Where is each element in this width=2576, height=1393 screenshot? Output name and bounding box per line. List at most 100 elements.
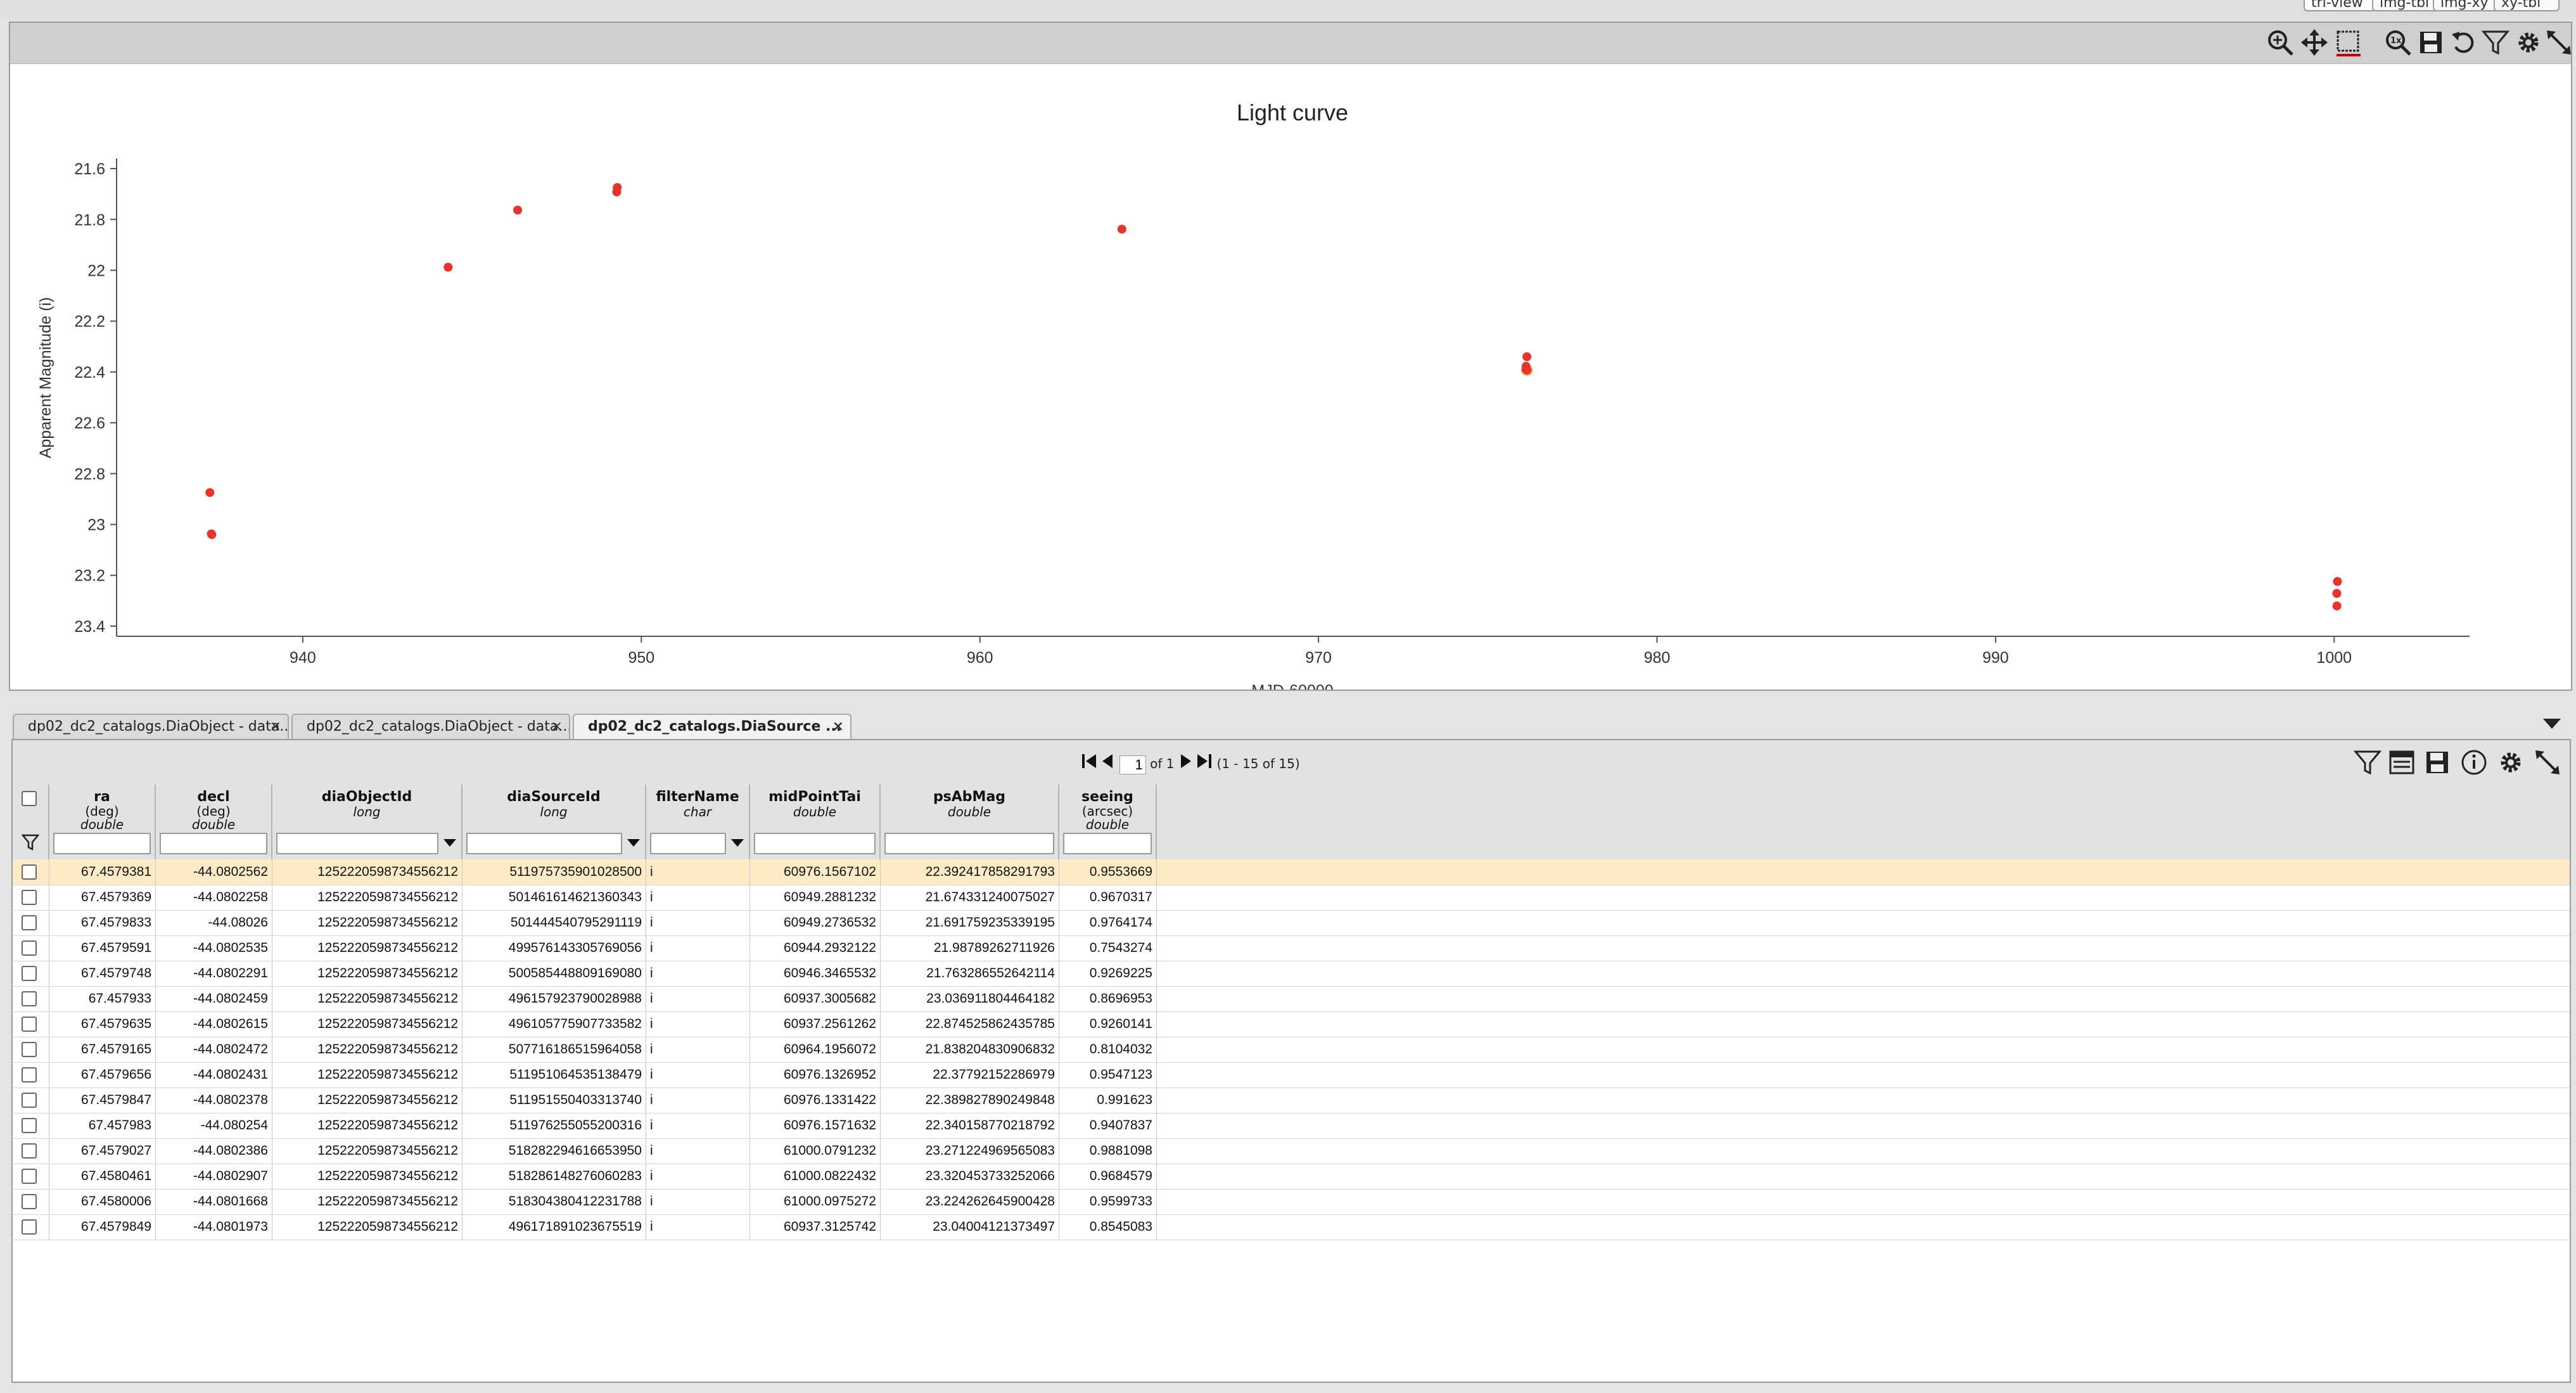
xy-tbl-button[interactable]: xy-tbl	[2494, 0, 2560, 11]
next-page-icon[interactable]	[1178, 752, 1192, 778]
table-row[interactable]: 67.4579748 -44.0802291 1252220598734556212…	[13, 961, 2570, 987]
row-checkbox[interactable]	[22, 890, 37, 905]
filter-row-icon[interactable]	[22, 834, 39, 851]
select-all-cell	[13, 785, 49, 859]
table-expand-icon[interactable]	[2533, 748, 2562, 777]
col-filtername-header[interactable]: filterName char	[646, 785, 750, 859]
zoom-reset-icon[interactable]: 1x	[2383, 28, 2413, 57]
table-row[interactable]: 67.4580006 -44.0801668 1252220598734556212…	[13, 1189, 2570, 1215]
col-ra-filter-input[interactable]	[53, 833, 151, 854]
row-checkbox[interactable]	[22, 1143, 37, 1159]
tab-diaobject-2[interactable]: dp02_dc2_catalogs.DiaObject - data... ×	[291, 714, 570, 739]
img-xy-button[interactable]: img-xy	[2433, 0, 2501, 11]
col-diaobjectid-header[interactable]: diaObjectId long	[272, 785, 462, 859]
filter-dropdown-icon[interactable]	[443, 839, 456, 847]
col-diasourceid-header[interactable]: diaSourceId long	[462, 785, 646, 859]
data-point[interactable]	[2332, 589, 2342, 598]
table-settings-icon[interactable]	[2496, 748, 2525, 777]
data-point[interactable]	[207, 530, 217, 539]
first-page-icon[interactable]	[1081, 752, 1097, 778]
tri-view-button[interactable]: tri-view	[2304, 0, 2377, 11]
col-filtername-filter-input[interactable]	[650, 833, 726, 854]
row-checkbox[interactable]	[22, 966, 37, 981]
data-point[interactable]	[2333, 577, 2342, 586]
col-midpointtai-header[interactable]: midPointTai double	[750, 785, 881, 859]
table-row[interactable]: 67.4579656 -44.0802431 1252220598734556212…	[13, 1062, 2570, 1088]
column-type: double	[1085, 817, 1130, 832]
col-ra-header[interactable]: ra (deg) double	[49, 785, 156, 859]
row-checkbox[interactable]	[22, 1017, 37, 1032]
select-all-checkbox[interactable]	[22, 791, 37, 806]
data-point[interactable]	[1521, 364, 1531, 374]
tab-diaobject-1[interactable]: dp02_dc2_catalogs.DiaObject - data... ×	[13, 714, 289, 739]
table-row[interactable]: 67.4579381 -44.0802562 1252220598734556212…	[13, 859, 2570, 885]
data-point[interactable]	[612, 187, 622, 196]
row-checkbox[interactable]	[22, 864, 37, 880]
row-checkbox[interactable]	[22, 940, 37, 956]
row-checkbox[interactable]	[22, 1169, 37, 1184]
row-checkbox[interactable]	[22, 991, 37, 1006]
data-point[interactable]	[205, 488, 215, 498]
table-row[interactable]: 67.4579591 -44.0802535 1252220598734556212…	[13, 935, 2570, 961]
data-point[interactable]	[2332, 601, 2342, 611]
table-row[interactable]: 67.4579849 -44.0801973 1252220598734556212…	[13, 1214, 2570, 1240]
data-point[interactable]	[513, 205, 523, 215]
col-decl-cell: -44.0801668	[156, 1189, 272, 1214]
row-checkbox[interactable]	[22, 1042, 37, 1057]
data-point[interactable]	[443, 262, 453, 272]
pan-icon[interactable]	[2300, 28, 2329, 57]
info-icon[interactable]	[2459, 748, 2489, 777]
col-seeing-header[interactable]: seeing (arcsec) double	[1059, 785, 1157, 859]
table-row[interactable]: 67.457933 -44.0802459 1252220598734556212 4…	[13, 986, 2570, 1012]
prev-page-icon[interactable]	[1101, 752, 1115, 778]
expand-icon[interactable]	[2544, 28, 2573, 57]
tab-diasource[interactable]: dp02_dc2_catalogs.DiaSource ... ×	[573, 714, 851, 740]
filter-dropdown-icon[interactable]	[627, 839, 640, 847]
table-row[interactable]: 67.4579635 -44.0802615 1252220598734556212…	[13, 1011, 2570, 1037]
zoom-in-icon[interactable]	[2266, 28, 2295, 57]
light-curve-chart[interactable]: Light curve Apparent Magnitude (i) MJD-6…	[10, 63, 2571, 690]
col-psabmag-header[interactable]: psAbMag double	[881, 785, 1059, 859]
text-view-icon[interactable]	[2387, 748, 2416, 777]
close-icon[interactable]: ×	[270, 715, 281, 739]
col-decl-header[interactable]: decl (deg) double	[156, 785, 272, 859]
table-row[interactable]: 67.4579847 -44.0802378 1252220598734556212…	[13, 1088, 2570, 1114]
col-diasourceid-filter-input[interactable]	[466, 833, 622, 854]
table-row[interactable]: 67.4579165 -44.0802472 1252220598734556212…	[13, 1037, 2570, 1063]
last-page-icon[interactable]	[1196, 752, 1213, 778]
img-tbl-button[interactable]: img-tbl	[2372, 0, 2440, 11]
row-checkbox[interactable]	[22, 1194, 37, 1209]
col-diaobjectid-cell: 1252220598734556212	[272, 910, 462, 935]
column-type: long	[353, 804, 381, 819]
data-point[interactable]	[1117, 224, 1126, 234]
row-checkbox[interactable]	[22, 1093, 37, 1108]
table-row[interactable]: 67.4579027 -44.0802386 1252220598734556212…	[13, 1138, 2570, 1164]
row-checkbox[interactable]	[22, 1067, 37, 1082]
col-decl-filter-input[interactable]	[160, 833, 267, 854]
col-seeing-filter-input[interactable]	[1063, 833, 1152, 854]
save-icon[interactable]	[2416, 28, 2445, 57]
x-tick-label: 990	[1982, 649, 2009, 667]
restore-icon[interactable]	[2449, 28, 2478, 57]
close-icon[interactable]: ×	[832, 715, 844, 739]
row-checkbox[interactable]	[22, 915, 37, 930]
table-save-icon[interactable]	[2423, 748, 2452, 777]
table-row[interactable]: 67.4579833 -44.08026 1252220598734556212 50…	[13, 910, 2570, 936]
data-point[interactable]	[1522, 352, 1532, 361]
select-box-icon[interactable]	[2334, 28, 2363, 57]
tabs-menu-chevron-icon[interactable]	[2543, 719, 2561, 729]
table-filter-icon[interactable]	[2353, 748, 2382, 777]
filter-icon[interactable]	[2481, 28, 2510, 57]
table-row[interactable]: 67.4579369 -44.0802258 1252220598734556212…	[13, 885, 2570, 911]
filter-dropdown-icon[interactable]	[731, 839, 744, 847]
col-diaobjectid-filter-input[interactable]	[276, 833, 438, 854]
table-row[interactable]: 67.457983 -44.080254 1252220598734556212 51…	[13, 1113, 2570, 1139]
table-row[interactable]: 67.4580461 -44.0802907 1252220598734556212…	[13, 1164, 2570, 1190]
col-psabmag-filter-input[interactable]	[884, 833, 1054, 854]
row-checkbox[interactable]	[22, 1219, 37, 1235]
col-midpointtai-filter-input[interactable]	[754, 833, 876, 854]
settings-icon[interactable]	[2514, 28, 2543, 57]
close-icon[interactable]: ×	[551, 715, 563, 739]
page-number-input[interactable]	[1119, 755, 1146, 774]
row-checkbox[interactable]	[22, 1118, 37, 1133]
